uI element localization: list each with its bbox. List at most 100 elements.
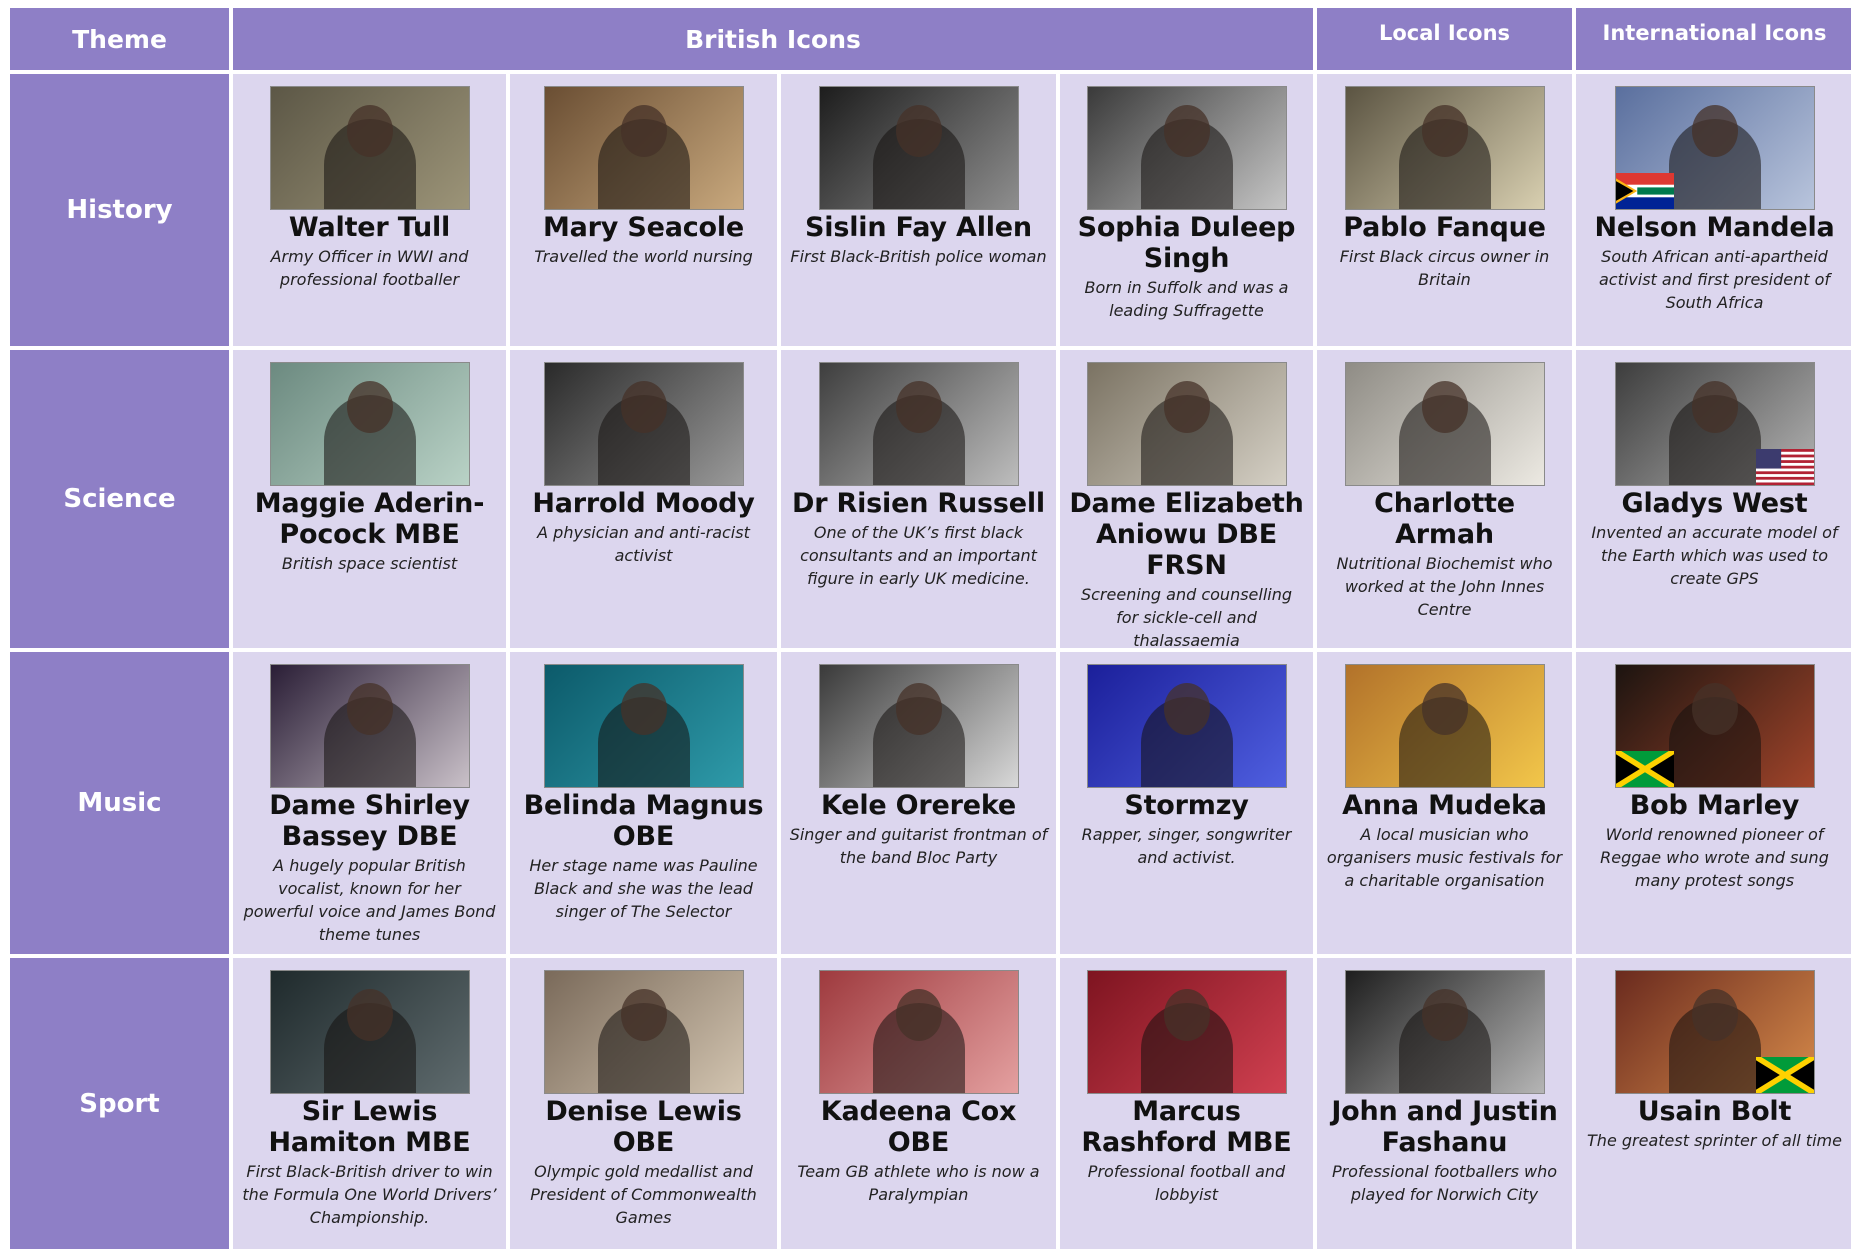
theme-label: Science bbox=[10, 350, 229, 648]
portrait-photo bbox=[269, 664, 470, 788]
icon-name: Stormzy bbox=[1124, 790, 1249, 821]
portrait-photo bbox=[1614, 970, 1815, 1094]
portrait-head-shape bbox=[1691, 105, 1738, 157]
icon-description: Team GB athlete who is now a Paralympian bbox=[797, 1162, 1040, 1204]
header-local-icons: Local Icons bbox=[1317, 8, 1572, 70]
theme-label: Music bbox=[10, 652, 229, 954]
icon-cell: Sislin Fay Allen First Black-British poli… bbox=[781, 74, 1056, 346]
icon-description: One of the UK’s first black consultants … bbox=[800, 523, 1037, 588]
icon-name: Nelson Mandela bbox=[1594, 212, 1835, 243]
icon-cell: Bob Marley World renowned pioneer of Regg… bbox=[1576, 652, 1851, 954]
icon-name: Maggie Aderin-Pocock MBE bbox=[254, 488, 485, 550]
icon-cell: Dame Elizabeth Aniowu DBE FRSN Screening … bbox=[1060, 350, 1313, 648]
portrait-head-shape bbox=[1691, 683, 1738, 735]
portrait-head-shape bbox=[1691, 381, 1738, 433]
header-international-icons: International Icons bbox=[1576, 8, 1851, 70]
icon-description: Invented an accurate model of the Earth … bbox=[1591, 523, 1838, 588]
icon-cell: Pablo Fanque First Black circus owner in … bbox=[1317, 74, 1572, 346]
icon-name: Usain Bolt bbox=[1637, 1096, 1792, 1127]
portrait-head-shape bbox=[895, 105, 942, 157]
icon-name: Dame Shirley Bassey DBE bbox=[269, 790, 470, 852]
icon-cell: Kele Orereke Singer and guitarist frontma… bbox=[781, 652, 1056, 954]
portrait-photo bbox=[1344, 664, 1545, 788]
icon-description: Screening and counselling for sickle-cel… bbox=[1080, 585, 1293, 648]
icon-name: Denise Lewis OBE bbox=[545, 1096, 742, 1158]
portrait-photo bbox=[1086, 86, 1287, 210]
portrait-head-shape bbox=[1421, 989, 1468, 1041]
portrait-head-shape bbox=[1421, 381, 1468, 433]
portrait-head-shape bbox=[1421, 105, 1468, 157]
icon-description: Singer and guitarist frontman of the ban… bbox=[789, 825, 1048, 867]
portrait-head-shape bbox=[895, 683, 942, 735]
portrait-photo bbox=[818, 664, 1019, 788]
portrait-photo bbox=[1344, 86, 1545, 210]
icon-description: Born in Suffolk and was a leading Suffra… bbox=[1084, 278, 1289, 320]
icon-description: First Black-British police woman bbox=[790, 247, 1047, 266]
icon-name: Pablo Fanque bbox=[1343, 212, 1546, 243]
portrait-photo bbox=[1086, 664, 1287, 788]
icon-description: First Black-British driver to win the Fo… bbox=[242, 1162, 497, 1227]
portrait-head-shape bbox=[1163, 683, 1210, 735]
icon-name: Marcus Rashford MBE bbox=[1081, 1096, 1292, 1158]
icon-description: Professional football and lobbyist bbox=[1087, 1162, 1286, 1204]
portrait-photo bbox=[1344, 970, 1545, 1094]
icon-cell: Harrold Moody A physician and anti-racist… bbox=[510, 350, 777, 648]
icon-description: Olympic gold medallist and President of … bbox=[530, 1162, 757, 1227]
icon-cell: Usain Bolt The greatest sprinter of all t… bbox=[1576, 958, 1851, 1249]
portrait-photo bbox=[818, 86, 1019, 210]
portrait-photo bbox=[269, 86, 470, 210]
portrait-photo bbox=[818, 362, 1019, 486]
icon-description: A physician and anti-racist activist bbox=[537, 523, 750, 565]
flag-icon bbox=[1755, 449, 1814, 485]
icon-name: Walter Tull bbox=[288, 212, 451, 243]
header-theme: Theme bbox=[10, 8, 229, 70]
portrait-head-shape bbox=[620, 381, 667, 433]
icon-cell: Denise Lewis OBE Olympic gold medallist a… bbox=[510, 958, 777, 1249]
icon-description: A local musician who organisers music fe… bbox=[1326, 825, 1563, 890]
portrait-head-shape bbox=[1691, 989, 1738, 1041]
icon-cell: Charlotte Armah Nutritional Biochemist wh… bbox=[1317, 350, 1572, 648]
icon-description: British space scientist bbox=[281, 554, 458, 573]
icon-description: Nutritional Biochemist who worked at the… bbox=[1336, 554, 1553, 619]
icon-name: Dame Elizabeth Aniowu DBE FRSN bbox=[1069, 488, 1304, 581]
portrait-photo bbox=[1086, 362, 1287, 486]
portrait-head-shape bbox=[620, 989, 667, 1041]
portrait-photo bbox=[1614, 362, 1815, 486]
icon-description: World renowned pioneer of Reggae who wro… bbox=[1600, 825, 1829, 890]
icon-cell: Marcus Rashford MBE Professional football… bbox=[1060, 958, 1313, 1249]
icon-name: John and Justin Fashanu bbox=[1331, 1096, 1558, 1158]
icon-description: A hugely popular British vocalist, known… bbox=[243, 856, 496, 944]
portrait-head-shape bbox=[620, 683, 667, 735]
icon-cell: Maggie Aderin-Pocock MBE British space sc… bbox=[233, 350, 506, 648]
icon-name: Harrold Moody bbox=[532, 488, 755, 519]
icon-name: Mary Seacole bbox=[542, 212, 745, 243]
portrait-head-shape bbox=[346, 683, 393, 735]
icon-cell: Dame Shirley Bassey DBE A hugely popular … bbox=[233, 652, 506, 954]
icon-cell: Sir Lewis Hamiton MBE First Black-British… bbox=[233, 958, 506, 1249]
icon-cell: Belinda Magnus OBE Her stage name was Pau… bbox=[510, 652, 777, 954]
icon-description: Army Officer in WWI and professional foo… bbox=[270, 247, 469, 289]
theme-label: Sport bbox=[10, 958, 229, 1249]
portrait-head-shape bbox=[620, 105, 667, 157]
portrait-photo bbox=[543, 664, 744, 788]
portrait-head-shape bbox=[346, 105, 393, 157]
icon-name: Sislin Fay Allen bbox=[805, 212, 1032, 243]
portrait-photo bbox=[269, 970, 470, 1094]
icon-cell: Sophia Duleep Singh Born in Suffolk and w… bbox=[1060, 74, 1313, 346]
flag-icon bbox=[1615, 173, 1674, 209]
portrait-head-shape bbox=[895, 989, 942, 1041]
icon-cell: Dr Risien Russell One of the UK’s first b… bbox=[781, 350, 1056, 648]
icon-cell: Kadeena Cox OBE Team GB athlete who is no… bbox=[781, 958, 1056, 1249]
icon-name: Belinda Magnus OBE bbox=[523, 790, 764, 852]
icon-name: Dr Risien Russell bbox=[791, 488, 1045, 519]
icon-cell: Nelson Mandela South African anti-aparthe… bbox=[1576, 74, 1851, 346]
theme-label: History bbox=[10, 74, 229, 346]
portrait-head-shape bbox=[1421, 683, 1468, 735]
icon-name: Sir Lewis Hamiton MBE bbox=[268, 1096, 471, 1158]
portrait-photo bbox=[543, 86, 744, 210]
portrait-photo bbox=[543, 970, 744, 1094]
icon-description: South African anti-apartheid activist an… bbox=[1598, 247, 1830, 312]
icon-description: Travelled the world nursing bbox=[534, 247, 753, 266]
icons-table: Theme British Icons Local Icons Internat… bbox=[10, 8, 1851, 1249]
icon-cell: Mary Seacole Travelled the world nursing bbox=[510, 74, 777, 346]
